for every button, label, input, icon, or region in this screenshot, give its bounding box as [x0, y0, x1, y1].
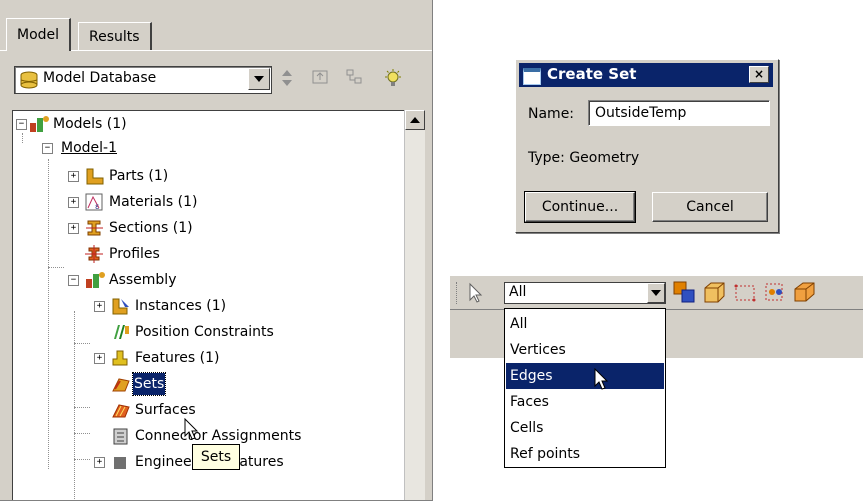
sets-icon — [112, 378, 130, 392]
tree-item-label: Position Constraints — [135, 324, 274, 340]
select-arrow-icon[interactable] — [464, 282, 486, 304]
mouse-cursor-icon — [594, 368, 609, 390]
tree-filter-icon[interactable] — [344, 68, 366, 90]
materials-icon: ε — [85, 193, 103, 211]
continue-button[interactable]: Continue... — [524, 191, 636, 223]
option-all[interactable]: All — [506, 311, 664, 337]
database-combo[interactable]: Model Database — [14, 66, 272, 94]
mouse-cursor-icon — [184, 418, 199, 440]
engineering-features-icon — [114, 457, 126, 469]
shaded-box-icon[interactable] — [792, 280, 818, 306]
tree-item-label: Sections (1) — [109, 220, 193, 236]
tree-item-assembly[interactable]: − Assembly — [13, 267, 313, 293]
tree-item-engineering-features[interactable]: + Engineering Features — [13, 449, 353, 469]
collapse-icon[interactable]: − — [42, 143, 53, 154]
parts-icon — [86, 168, 104, 185]
tree-item-label: Features (1) — [135, 350, 220, 366]
chevron-down-icon — [651, 290, 661, 296]
option-ref-points[interactable]: Ref points — [506, 441, 664, 467]
tree-item-models[interactable]: − Models (1) — [13, 111, 313, 137]
select-from-exterior-icon[interactable] — [672, 280, 698, 306]
cancel-button[interactable]: Cancel — [652, 192, 768, 222]
expand-icon[interactable]: + — [68, 171, 79, 182]
collapse-icon[interactable]: − — [16, 119, 27, 130]
model-tree: − Models (1) − Model-1 + Parts (1) + ε M… — [12, 110, 405, 500]
instances-icon — [112, 298, 129, 315]
option-cells[interactable]: Cells — [506, 415, 664, 441]
expand-icon[interactable]: + — [68, 197, 79, 208]
selection-filter-value: All — [509, 284, 527, 300]
expand-icon[interactable]: + — [94, 301, 105, 312]
toolbar-grip[interactable] — [456, 282, 460, 304]
collapse-icon[interactable]: − — [68, 275, 79, 286]
tree-item-label: Assembly — [109, 272, 177, 288]
close-button[interactable]: × — [749, 66, 769, 83]
tree-item-materials[interactable]: + ε Materials (1) — [13, 189, 313, 215]
svg-text:ε: ε — [95, 202, 99, 211]
tree-item-label-selected: Sets — [131, 372, 167, 396]
tree-item-surfaces[interactable]: Surfaces — [13, 397, 313, 423]
models-icon — [30, 116, 49, 132]
tree-item-label: Models (1) — [53, 116, 127, 132]
tree-scrollbar[interactable] — [404, 110, 425, 500]
tree-item-parts[interactable]: + Parts (1) — [13, 163, 313, 189]
tree-item-label: Materials (1) — [109, 194, 198, 210]
model-tree-panel: Results Model Model Database − Models (1… — [0, 0, 433, 501]
selection-filter-select[interactable]: All — [504, 282, 666, 304]
name-input[interactable]: OutsideTemp — [588, 100, 770, 126]
lightbulb-icon[interactable] — [382, 68, 404, 90]
tree-expand-icon[interactable] — [310, 68, 332, 90]
tree-item-label: Model-1 — [61, 140, 117, 156]
expand-icon[interactable]: + — [68, 223, 79, 234]
tree-item-model-1[interactable]: − Model-1 — [13, 135, 313, 161]
select-box-icon[interactable] — [732, 280, 758, 306]
tree-item-label: Instances (1) — [135, 298, 227, 314]
tree-item-label: Parts (1) — [109, 168, 169, 184]
expand-icon[interactable]: + — [94, 457, 105, 468]
select-drag-icon[interactable] — [762, 280, 788, 306]
position-constraints-icon — [114, 325, 129, 339]
up-down-arrows-icon[interactable] — [276, 68, 298, 90]
select-dropdown-button[interactable] — [647, 283, 665, 303]
chevron-up-icon — [410, 117, 420, 123]
surfaces-icon — [112, 404, 130, 418]
create-set-dialog: Create Set × Name: OutsideTemp Type: Geo… — [515, 59, 779, 233]
tab-results[interactable]: Results — [78, 22, 152, 51]
sections-icon — [86, 220, 103, 236]
tree-item-instances[interactable]: + Instances (1) — [13, 293, 313, 319]
database-icon — [20, 71, 38, 89]
type-label: Type: Geometry — [528, 150, 640, 166]
selection-toolbar: All — [450, 275, 863, 310]
expand-icon[interactable]: + — [94, 353, 105, 364]
profiles-icon — [85, 245, 103, 263]
tree-item-label: Profiles — [109, 246, 160, 262]
dialog-title-bar[interactable]: Create Set × — [519, 63, 773, 87]
tree-item-sets[interactable]: Sets — [13, 371, 313, 397]
name-label: Name: — [528, 106, 575, 122]
option-edges[interactable]: Edges — [506, 363, 664, 389]
dialog-title: Create Set — [547, 65, 637, 83]
option-faces[interactable]: Faces — [506, 389, 664, 415]
tree-item-position-constraints[interactable]: Position Constraints — [13, 319, 333, 345]
chevron-down-icon — [254, 76, 264, 82]
selection-filter-dropdown: All Vertices Edges Faces Cells Ref point… — [504, 308, 666, 468]
option-vertices[interactable]: Vertices — [506, 337, 664, 363]
scroll-up-button[interactable] — [405, 110, 425, 130]
tree-item-profiles[interactable]: Profiles — [13, 241, 313, 267]
tree-item-features[interactable]: + Features (1) — [13, 345, 313, 371]
window-icon — [523, 68, 541, 85]
features-icon — [112, 350, 128, 366]
tooltip: Sets — [192, 444, 240, 470]
select-from-interior-icon[interactable] — [702, 280, 728, 306]
connector-assignments-icon — [113, 428, 128, 445]
tree-item-connector-assignments[interactable]: Connector Assignments — [13, 423, 353, 449]
database-combo-value: Model Database — [43, 70, 157, 86]
tree-item-sections[interactable]: + Sections (1) — [13, 215, 313, 241]
tab-model[interactable]: Model — [6, 18, 72, 51]
combo-dropdown-button[interactable] — [248, 68, 270, 90]
assembly-icon — [86, 272, 105, 288]
